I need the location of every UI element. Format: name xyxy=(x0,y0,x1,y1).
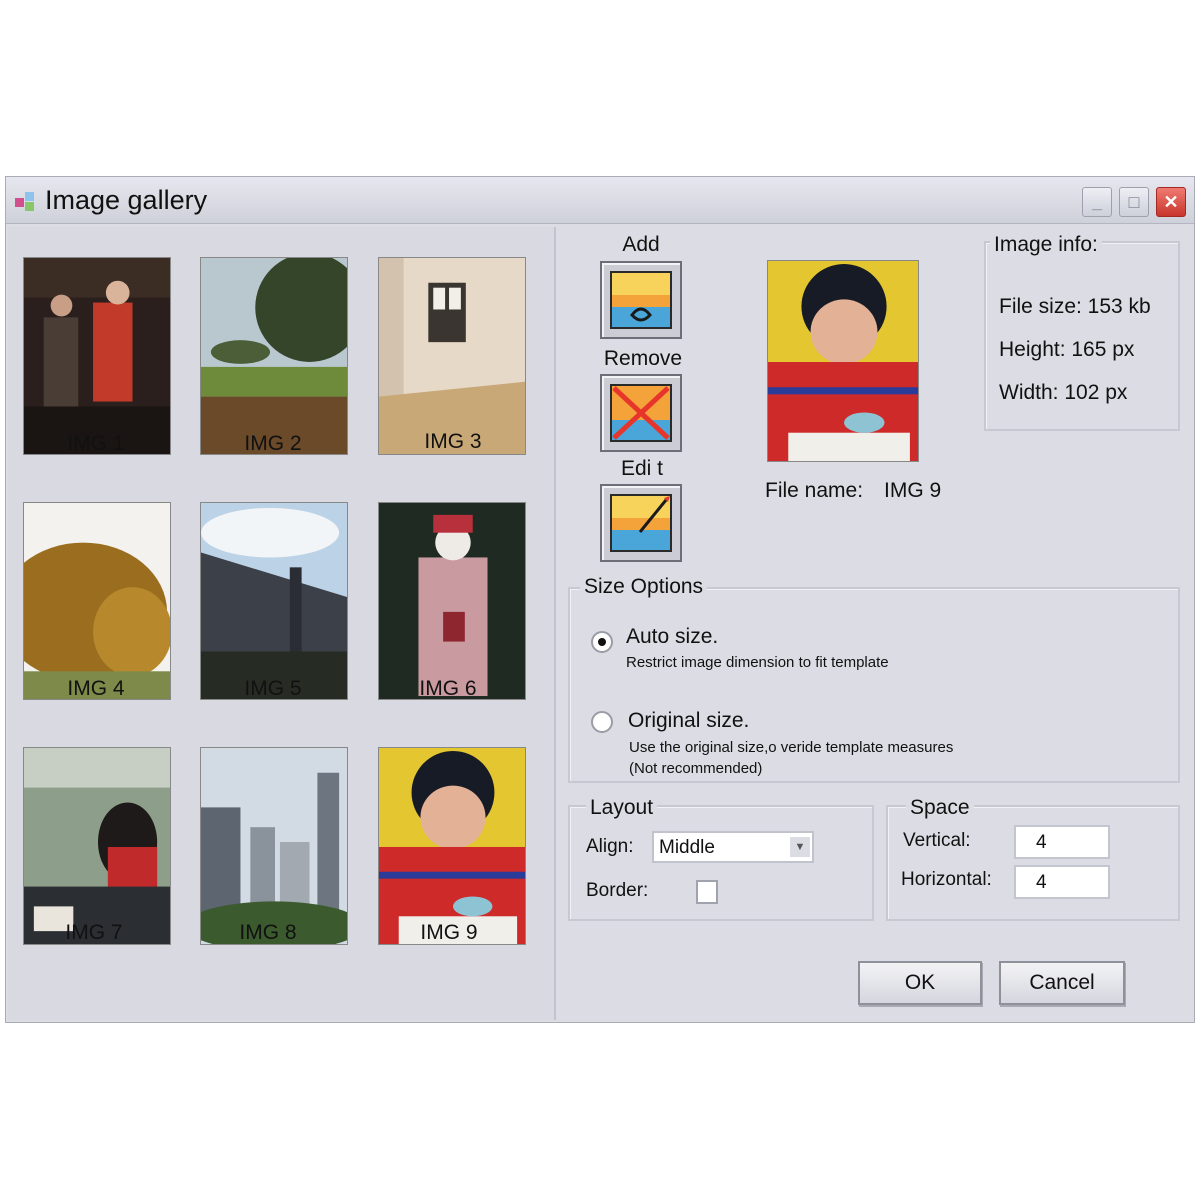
remove-image-icon xyxy=(610,384,672,442)
close-icon: ✕ xyxy=(1163,192,1179,212)
original-size-note: (Not recommended) xyxy=(629,760,763,777)
student-photo xyxy=(379,748,525,944)
layout-title: Layout xyxy=(586,796,658,820)
thumbnail-label: IMG 4 xyxy=(67,677,125,700)
app-icon xyxy=(15,192,34,211)
thumbnail-label: IMG 6 xyxy=(419,677,477,700)
thumbnail-label: IMG 2 xyxy=(244,432,302,455)
layout-group xyxy=(568,805,874,921)
bridge-photo xyxy=(201,503,347,699)
file-size-text: File size: 153 kb xyxy=(999,295,1151,318)
thumbnail-label: IMG 3 xyxy=(424,430,482,453)
thumbnail-img-8[interactable] xyxy=(200,747,348,945)
thumbnail-label: IMG 8 xyxy=(239,921,297,944)
park-photo xyxy=(201,258,347,454)
original-size-desc: Use the original size,o veride template … xyxy=(629,739,954,756)
details-panel: Add Remove Edi t File name: IMG 9 Image … xyxy=(556,227,1192,1020)
border-checkbox[interactable] xyxy=(696,880,718,904)
add-image-icon xyxy=(610,271,672,329)
width-text: Width: 102 px xyxy=(999,381,1128,404)
edit-button[interactable] xyxy=(600,484,682,562)
align-select-value: Middle xyxy=(659,837,715,858)
skyline-photo xyxy=(201,748,347,944)
file-name-label: File name: xyxy=(765,479,864,502)
edit-image-icon xyxy=(610,494,672,552)
office-photo xyxy=(24,748,170,944)
tree-photo xyxy=(24,503,170,699)
minimize-button[interactable]: _ xyxy=(1082,187,1112,217)
room-photo xyxy=(379,258,525,454)
concert-photo xyxy=(24,258,170,454)
preview-student-photo xyxy=(768,261,918,461)
horizontal-label: Horizontal: xyxy=(901,869,992,890)
vertical-value: 4 xyxy=(1036,832,1047,853)
remove-button[interactable] xyxy=(600,374,682,452)
thumbnail-img-3[interactable] xyxy=(378,257,526,455)
size-options-title: Size Options xyxy=(580,575,708,599)
space-title: Space xyxy=(906,796,974,820)
align-select[interactable]: Middle ▼ xyxy=(652,831,814,863)
add-button[interactable] xyxy=(600,261,682,339)
thumbnail-label: IMG 9 xyxy=(420,921,478,944)
image-gallery-window: Image gallery _ □ ✕ IMG 1 IMG 2 IMG 3 IM… xyxy=(5,176,1195,1023)
thumbnail-img-6[interactable] xyxy=(378,502,526,700)
maximize-button[interactable]: □ xyxy=(1119,187,1149,217)
add-label: Add xyxy=(622,233,660,256)
window-title: Image gallery xyxy=(45,185,208,215)
image-preview xyxy=(767,260,919,462)
thumbnail-img-9[interactable] xyxy=(378,747,526,945)
image-info-title: Image info: xyxy=(990,233,1102,257)
minimize-icon: _ xyxy=(1091,192,1102,212)
chevron-down-icon[interactable]: ▼ xyxy=(790,837,810,857)
remove-label: Remove xyxy=(603,347,683,370)
thumbnail-img-4[interactable] xyxy=(23,502,171,700)
opera-performer-photo xyxy=(379,503,525,699)
align-label: Align: xyxy=(586,836,634,857)
thumbnail-label: IMG 1 xyxy=(67,432,125,455)
ok-button[interactable]: OK xyxy=(858,961,982,1005)
original-size-radio[interactable] xyxy=(591,711,613,733)
horizontal-value: 4 xyxy=(1036,872,1047,893)
thumbnail-img-7[interactable] xyxy=(23,747,171,945)
thumbnail-img-1[interactable] xyxy=(23,257,171,455)
vertical-input[interactable]: 4 xyxy=(1014,825,1110,859)
height-text: Height: 165 px xyxy=(999,338,1135,361)
maximize-icon: □ xyxy=(1128,192,1140,212)
auto-size-radio[interactable] xyxy=(591,631,613,653)
border-label: Border: xyxy=(586,880,649,901)
space-group xyxy=(886,805,1180,921)
close-button[interactable]: ✕ xyxy=(1156,187,1186,217)
thumbnail-img-2[interactable] xyxy=(200,257,348,455)
thumbnail-label: IMG 5 xyxy=(244,677,302,700)
horizontal-input[interactable]: 4 xyxy=(1014,865,1110,899)
thumbnail-img-5[interactable] xyxy=(200,502,348,700)
title-bar[interactable]: Image gallery _ □ ✕ xyxy=(6,177,1194,224)
vertical-label: Vertical: xyxy=(903,830,971,851)
original-size-title: Original size. xyxy=(628,709,750,732)
thumbnail-grid: IMG 1 IMG 2 IMG 3 IMG 4 IMG 5 IMG 6 IMG … xyxy=(8,227,556,1020)
auto-size-title: Auto size. xyxy=(626,625,719,648)
edit-label: Edi t xyxy=(620,457,664,480)
file-name-value: IMG 9 xyxy=(884,479,942,502)
auto-size-desc: Restrict image dimension to fit template xyxy=(626,654,889,671)
cancel-button[interactable]: Cancel xyxy=(999,961,1125,1005)
thumbnail-label: IMG 7 xyxy=(65,921,123,944)
